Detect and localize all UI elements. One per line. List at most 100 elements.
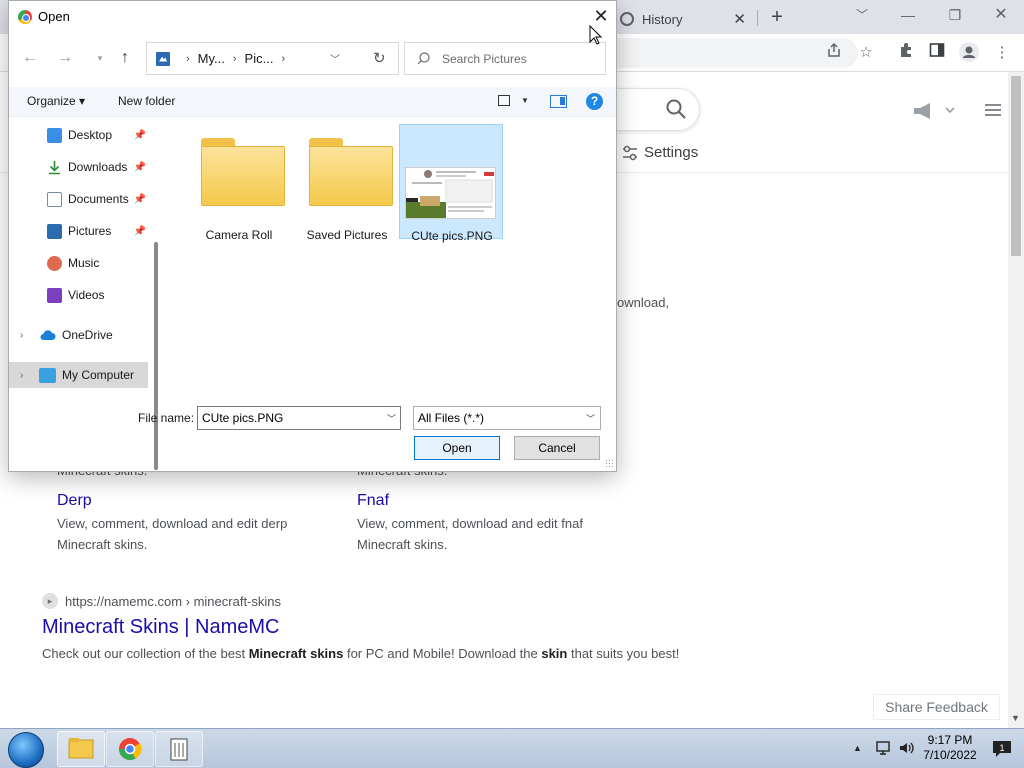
dialog-titlebar[interactable]: Open ✕	[9, 1, 616, 33]
nav-item-pictures[interactable]: Pictures 📌	[9, 218, 148, 244]
filename-dropdown-icon[interactable]: ﹀	[387, 412, 396, 425]
tab-close-icon[interactable]: ✕	[733, 10, 746, 28]
taskbar-file-explorer[interactable]	[57, 731, 105, 767]
volume-icon[interactable]	[898, 740, 916, 756]
svg-text:1: 1	[999, 743, 1004, 753]
expand-chevron-icon[interactable]: ›	[20, 330, 23, 341]
new-tab-button[interactable]: +	[766, 6, 788, 29]
bookmark-star-icon[interactable]: ☆	[855, 42, 877, 64]
chrome-icon	[119, 738, 142, 760]
file-item-saved-pictures[interactable]: Saved Pictures	[295, 124, 399, 242]
breadcrumb-item[interactable]: My...	[198, 51, 225, 66]
nav-item-onedrive[interactable]: › OneDrive	[9, 322, 148, 348]
organize-button[interactable]: Organize ▾	[27, 94, 85, 108]
music-icon	[47, 255, 62, 271]
start-button[interactable]	[8, 732, 44, 768]
taskbar-clock[interactable]: 9:17 PM 7/10/2022	[920, 733, 980, 763]
share-icon[interactable]	[823, 42, 845, 64]
file-item-cute-pics-selected[interactable]: CUte pics.PNG	[399, 124, 503, 243]
address-dropdown-icon[interactable]: ﹀	[330, 51, 340, 66]
desktop-icon	[47, 127, 62, 143]
recent-locations-chevron-icon[interactable]: ▾	[89, 47, 111, 69]
navigation-pane: Desktop 📌 Downloads 📌 Documents 📌 Pictur…	[9, 117, 164, 470]
nav-item-my-computer[interactable]: › My Computer	[9, 362, 148, 388]
tab-search-chevron-icon[interactable]: ﹀	[856, 6, 868, 23]
window-restore-button[interactable]: ❐	[932, 4, 978, 28]
up-arrow-icon[interactable]: ↑	[114, 47, 136, 69]
help-icon[interactable]: ?	[586, 93, 603, 110]
page-scroll-thumb[interactable]	[1011, 76, 1021, 256]
search-icon[interactable]	[666, 99, 686, 119]
file-item-camera-roll[interactable]: Camera Roll	[187, 124, 291, 242]
navigation-scrollbar[interactable]	[154, 242, 158, 470]
breadcrumb-item[interactable]: Pic...	[245, 51, 274, 66]
side-panel-icon[interactable]	[926, 42, 948, 64]
pin-icon[interactable]: 📌	[134, 194, 146, 205]
new-folder-button[interactable]: New folder	[118, 94, 175, 108]
tray-overflow-icon[interactable]: ▲	[853, 743, 862, 753]
preview-pane-icon[interactable]	[550, 95, 567, 108]
network-icon[interactable]	[875, 740, 891, 756]
action-center-icon[interactable]: 1	[992, 740, 1012, 758]
pictures-icon	[47, 223, 62, 239]
resize-grip[interactable]	[605, 459, 615, 469]
extensions-icon[interactable]	[895, 42, 917, 64]
cancel-button[interactable]: Cancel	[514, 436, 600, 460]
settings-link[interactable]: Settings	[622, 144, 698, 161]
file-item-label: CUte pics.PNG	[411, 229, 493, 243]
tab-separator	[757, 10, 758, 26]
pin-icon[interactable]: 📌	[134, 226, 146, 237]
nav-item-desktop[interactable]: Desktop 📌	[9, 122, 148, 148]
fnaf-link[interactable]: Fnaf	[357, 492, 389, 510]
forward-arrow-icon[interactable]: →	[54, 47, 76, 69]
nav-item-documents[interactable]: Documents 📌	[9, 186, 148, 212]
derp-link[interactable]: Derp	[57, 492, 92, 510]
search-placeholder: Search Pictures	[442, 51, 527, 66]
nav-item-downloads[interactable]: Downloads 📌	[9, 154, 148, 180]
computer-icon	[39, 367, 56, 383]
file-type-dropdown-icon[interactable]: ﹀	[586, 412, 595, 425]
clock-date: 7/10/2022	[923, 748, 977, 762]
address-bar[interactable]	[610, 38, 858, 68]
filename-label: File name:	[138, 411, 195, 425]
browser-menu-icon[interactable]: ⋮	[991, 42, 1013, 64]
mouse-cursor-icon	[589, 25, 603, 45]
settings-label: Settings	[644, 144, 699, 161]
result-url[interactable]: ▸ https://namemc.com › minecraft-skins	[42, 593, 281, 609]
download-arrow-icon	[49, 160, 60, 174]
document-app-icon	[170, 738, 188, 761]
settings-sliders-icon	[623, 145, 637, 160]
megaphone-icon[interactable]	[912, 102, 956, 120]
hamburger-menu-icon[interactable]	[985, 104, 1001, 116]
view-options-dropdown-icon[interactable]: ▼	[521, 96, 529, 105]
change-view-icon[interactable]	[498, 95, 510, 106]
image-thumbnail	[405, 167, 496, 219]
taskbar-chrome[interactable]	[106, 731, 154, 767]
window-close-button[interactable]: ✕	[978, 4, 1024, 28]
scroll-down-arrow-icon[interactable]: ▼	[1011, 713, 1020, 723]
derp-description: View, comment, download and edit derp Mi…	[57, 516, 288, 552]
breadcrumb-chevron-icon[interactable]: ›	[233, 53, 237, 65]
file-type-select[interactable]: All Files (*.*)	[413, 406, 601, 430]
search-pictures-input[interactable]: Search Pictures	[404, 42, 606, 75]
refresh-icon[interactable]: ↻	[373, 49, 386, 67]
back-arrow-icon[interactable]: ←	[19, 47, 41, 69]
breadcrumb-chevron-icon[interactable]: ›	[281, 53, 285, 65]
result-title-link[interactable]: Minecraft Skins | NameMC	[42, 616, 279, 639]
nav-item-videos[interactable]: Videos	[9, 282, 148, 308]
pin-icon[interactable]: 📌	[134, 162, 146, 173]
pin-icon[interactable]: 📌	[134, 130, 146, 141]
expand-chevron-icon[interactable]: ›	[20, 370, 23, 381]
profile-avatar-icon[interactable]	[958, 42, 980, 64]
tab-history[interactable]: History ✕	[612, 4, 754, 34]
share-feedback-button[interactable]: Share Feedback	[873, 694, 1000, 720]
filename-input[interactable]: CUte pics.PNG	[197, 406, 401, 430]
nav-item-music[interactable]: Music	[9, 250, 148, 276]
open-button[interactable]: Open	[414, 436, 500, 460]
result-description: Check out our collection of the best Min…	[42, 646, 680, 661]
folder-icon	[309, 138, 393, 206]
window-minimize-button[interactable]: —	[885, 4, 931, 28]
taskbar-app[interactable]	[155, 731, 203, 767]
dialog-address-bar[interactable]: › My... › Pic... › ﹀ ↻	[146, 42, 399, 75]
tab-history-label: History	[642, 11, 683, 27]
